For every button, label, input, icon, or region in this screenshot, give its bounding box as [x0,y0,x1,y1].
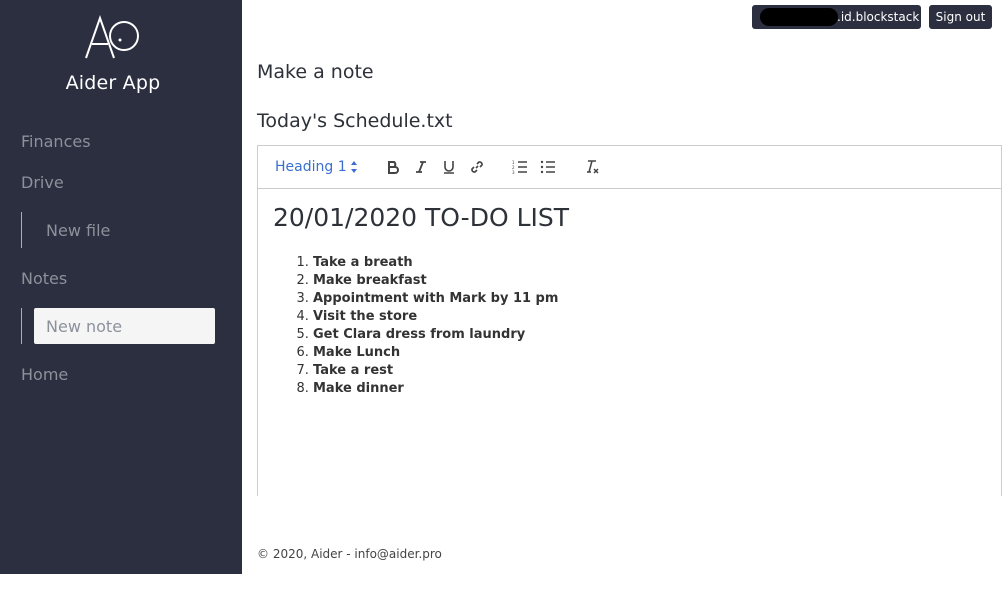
list-item: Take a rest [313,362,558,380]
select-arrows-icon [351,161,357,173]
svg-text:3: 3 [512,170,515,174]
sidebar-item-new-note[interactable]: New note [34,308,215,344]
user-badge[interactable]: .id.blockstack [752,5,921,29]
list-item: Visit the store [313,308,558,326]
submenu-divider [21,308,22,344]
link-icon[interactable] [468,158,486,176]
bullet-list-icon[interactable] [539,158,557,176]
redacted-username [760,8,838,26]
ordered-list-icon[interactable]: 123 [511,158,529,176]
sidebar: Aider App Finances Drive New file Notes … [0,0,242,574]
sidebar-item-drive[interactable]: Drive [21,173,64,192]
italic-icon[interactable] [412,158,430,176]
document-heading: 20/01/2020 TO-DO LIST [273,203,570,232]
user-id-suffix: .id.blockstack [837,10,920,24]
list-item: Take a breath [313,254,558,272]
editor-toolbar: Heading 1 123 [258,146,1001,189]
app-name: Aider App [65,72,161,94]
note-editor[interactable]: Heading 1 123 20/01/2020 TO-DO LIST Take… [257,145,1002,496]
sign-out-button[interactable]: Sign out [929,5,992,29]
sidebar-item-notes[interactable]: Notes [21,269,67,288]
sidebar-item-home[interactable]: Home [21,365,68,384]
submenu-divider [21,212,22,248]
sidebar-item-new-file[interactable]: New file [46,221,110,240]
list-item: Make breakfast [313,272,558,290]
sidebar-item-finances[interactable]: Finances [21,132,91,151]
aider-logo-icon [85,14,139,59]
page-title: Make a note [257,61,374,83]
underline-icon[interactable] [440,158,458,176]
bold-icon[interactable] [384,158,402,176]
file-name[interactable]: Today's Schedule.txt [257,110,453,132]
clear-format-icon[interactable] [583,158,601,176]
list-item: Make dinner [313,380,558,398]
heading-select[interactable]: Heading 1 [275,159,347,175]
todo-list: Take a breath Make breakfast Appointment… [273,254,558,398]
list-item: Appointment with Mark by 11 pm [313,290,558,308]
list-item: Make Lunch [313,344,558,362]
list-item: Get Clara dress from laundry [313,326,558,344]
footer: © 2020, Aider - info@aider.pro [257,547,442,561]
